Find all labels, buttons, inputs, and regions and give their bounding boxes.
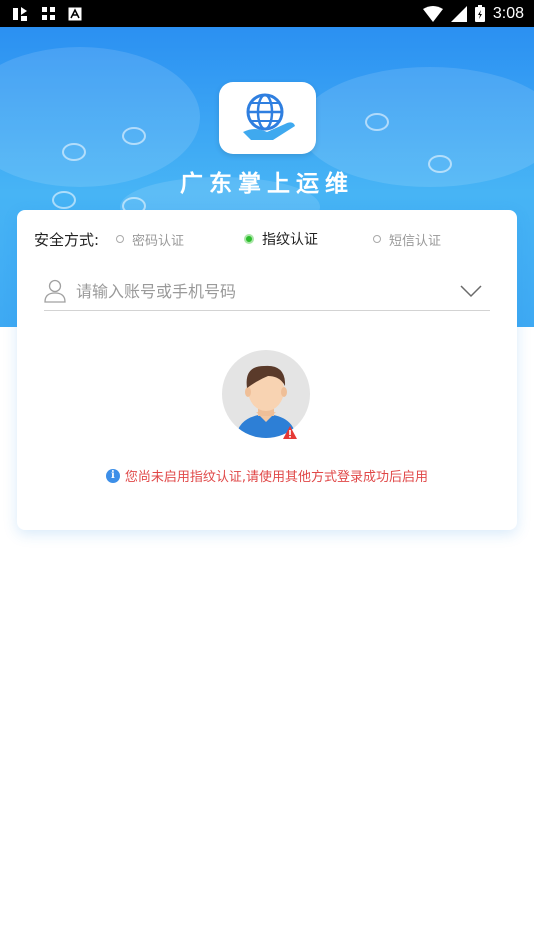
map-marker-icon [365,113,389,131]
radio-icon [116,235,124,243]
info-icon: i [105,468,120,483]
account-field-row [44,272,490,311]
notice-text: 您尚未启用指纹认证,请使用其他方式登录成功后启用 [124,470,429,485]
user-icon [44,279,66,303]
app-title: 广东掌上运维 [180,171,354,197]
auth-option-label: 指纹认证 [262,232,318,248]
signal-icon [450,5,467,22]
notification-icon [10,4,30,24]
auth-option-password[interactable]: 密码认证 [116,230,184,249]
auth-option-fingerprint[interactable]: 指纹认证 [244,229,318,249]
login-screen: 3:08 广东掌上运维 安全方式: 密码认证 指纹认证 短信认证 请输入账号或手… [0,0,534,950]
login-card: 安全方式: 密码认证 指纹认证 短信认证 请输入账号或手机号码 i 您尚未启用指… [17,210,517,530]
radio-selected-icon [244,234,254,244]
wifi-icon [422,5,443,22]
map-marker-icon [62,143,86,161]
radio-icon [373,235,381,243]
chevron-down-icon[interactable] [460,284,482,298]
globe-hand-icon [242,93,295,140]
battery-icon [474,5,485,22]
warning-icon [283,426,297,439]
auth-option-label: 密码认证 [132,233,185,249]
app-logo [219,82,316,154]
auth-option-sms[interactable]: 短信认证 [373,230,441,249]
status-bar: 3:08 [0,0,534,27]
map-marker-icon [122,127,146,145]
fingerprint-notice: i 您尚未启用指纹认证,请使用其他方式登录成功后启用 [17,466,517,485]
auth-method-label: 安全方式: [34,230,100,249]
status-time: 3:08 [492,4,524,22]
auth-method-row: 安全方式: 密码认证 指纹认证 短信认证 [34,228,504,250]
account-input[interactable] [74,280,460,302]
a-square-icon [68,7,82,21]
auth-option-label: 短信认证 [389,233,442,249]
grid-icon [42,6,56,21]
status-bar-left [10,4,82,24]
avatar [222,350,310,438]
status-bar-right: 3:08 [422,4,524,23]
